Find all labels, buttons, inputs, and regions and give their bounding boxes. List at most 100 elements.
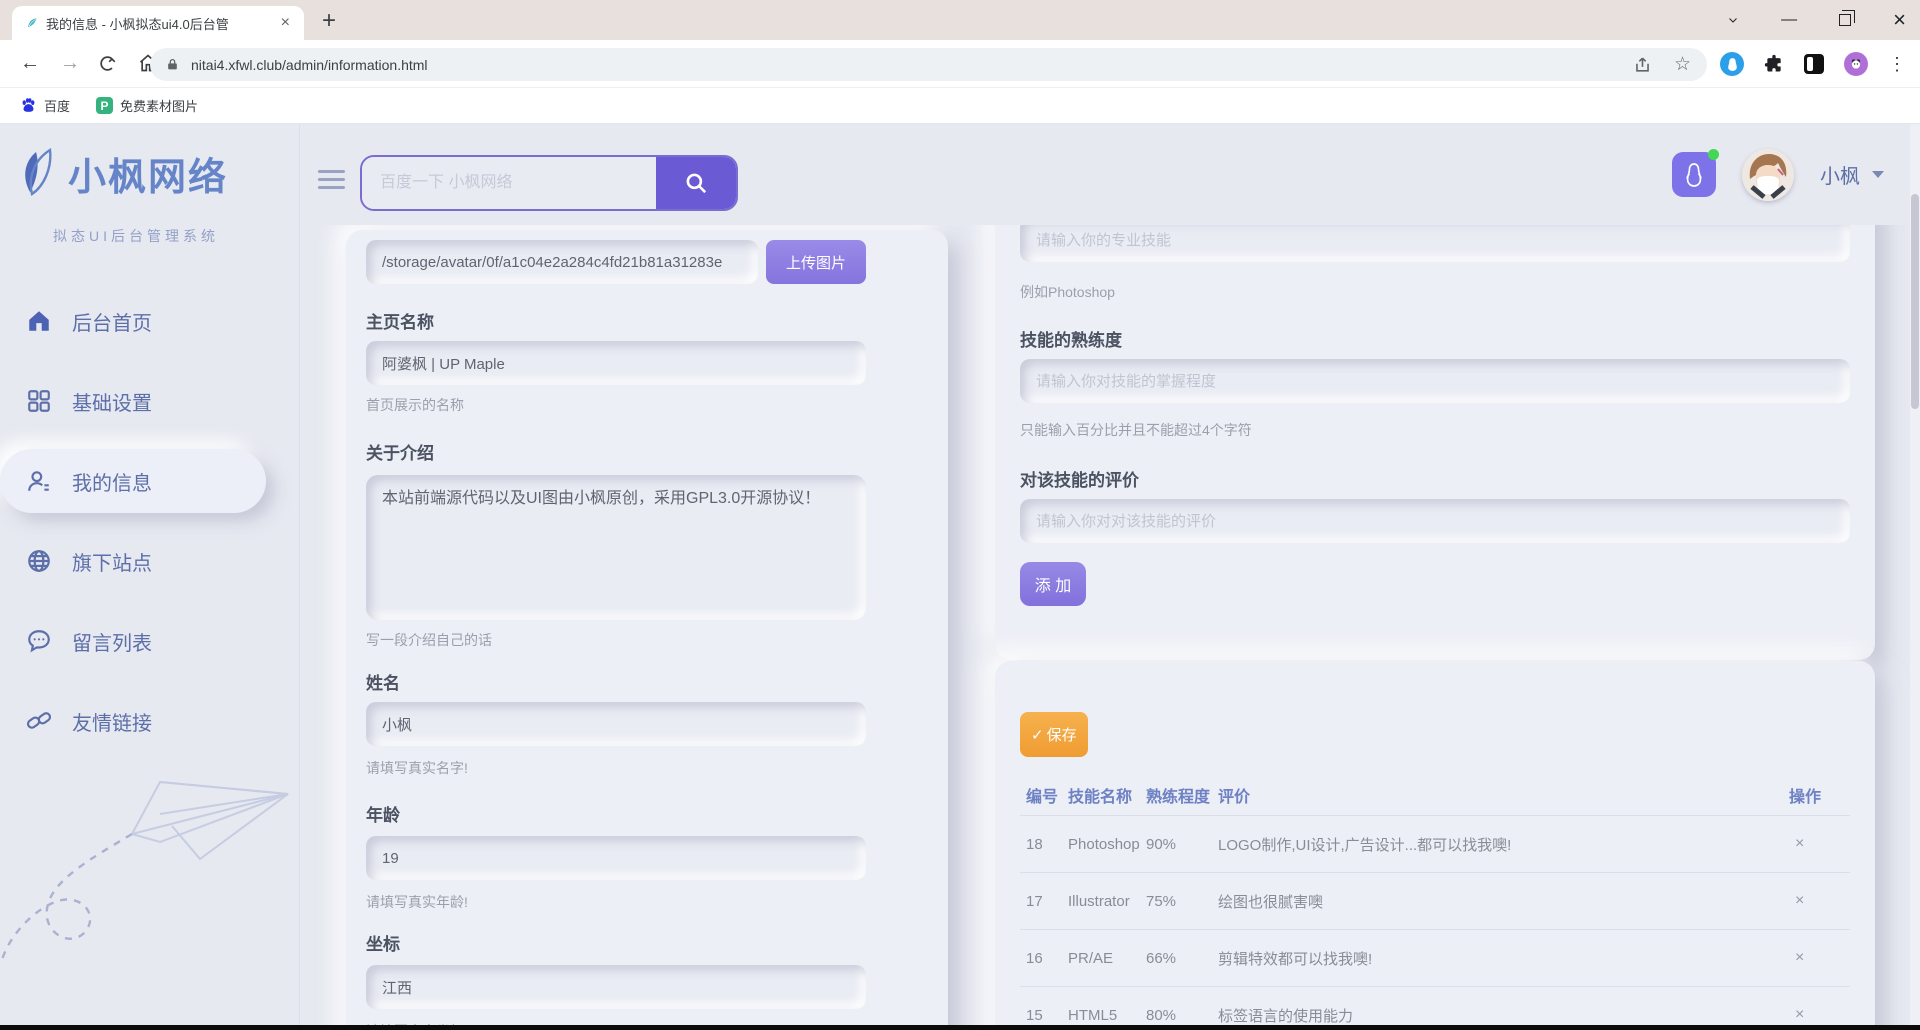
extensions-row: ⋮ bbox=[1720, 40, 1906, 88]
check-icon: ✓ bbox=[1031, 726, 1044, 744]
favicon-leaf-icon bbox=[26, 17, 38, 29]
profile-avatar-icon[interactable] bbox=[1844, 52, 1868, 76]
table-row: 15 HTML5 80% 标签语言的使用能力 × bbox=[1020, 986, 1850, 1025]
table-row: 16 PR/AE 66% 剪辑特效都可以找我噢! × bbox=[1020, 929, 1850, 986]
search-button[interactable] bbox=[656, 157, 736, 209]
location-input[interactable] bbox=[366, 965, 866, 1009]
profile-card: 上传图片 主页名称 首页展示的名称 关于介绍 本站前端源代码以及UI图由小枫原创… bbox=[346, 230, 948, 1025]
bookmark-star-icon[interactable]: ☆ bbox=[1674, 53, 1691, 76]
online-status-dot bbox=[1708, 149, 1719, 160]
location-label: 坐标 bbox=[366, 930, 928, 955]
upload-image-button[interactable]: 上传图片 bbox=[766, 240, 866, 284]
table-header-row: 编号 技能名称 熟练程度 评价 操作 bbox=[1020, 783, 1850, 815]
skill-eval-label: 对该技能的评价 bbox=[1020, 466, 1850, 491]
bookmarks-bar: 百度 P 免费素材图片 bbox=[0, 88, 1920, 124]
browser-toolbar: ← → nitai4.xfwl.club/admin/information.h… bbox=[0, 40, 1920, 88]
homepage-name-helper: 首页展示的名称 bbox=[366, 395, 928, 415]
homepage-name-input[interactable] bbox=[366, 341, 866, 385]
delete-skill-icon[interactable]: × bbox=[1789, 1006, 1810, 1023]
logo-subtitle: 拟态UI后台管理系统 bbox=[24, 226, 248, 246]
avatar-path-input[interactable] bbox=[366, 240, 758, 284]
user-dropdown-caret-icon[interactable] bbox=[1872, 171, 1884, 178]
sidebar-item-settings[interactable]: 基础设置 bbox=[0, 369, 300, 433]
skill-eval-input[interactable] bbox=[1020, 499, 1850, 543]
lock-icon bbox=[166, 57, 179, 72]
age-label: 年龄 bbox=[366, 801, 928, 826]
forward-icon[interactable]: → bbox=[60, 52, 80, 75]
reload-icon[interactable] bbox=[98, 54, 117, 73]
window-controls: — × bbox=[1727, 0, 1906, 40]
homepage-name-label: 主页名称 bbox=[366, 308, 928, 333]
table-row: 18 Photoshop 90% LOGO制作,UI设计,广告设计...都可以找… bbox=[1020, 815, 1850, 872]
close-button[interactable]: × bbox=[1893, 7, 1906, 33]
sidebar: 小枫网络 拟态UI后台管理系统 后台首页 基础 bbox=[0, 124, 300, 1025]
logo-leaf-icon bbox=[16, 148, 62, 200]
save-button[interactable]: ✓保存 bbox=[1020, 712, 1088, 757]
search-box bbox=[360, 155, 738, 211]
sidebar-item-messages[interactable]: 留言列表 bbox=[0, 609, 300, 673]
search-icon bbox=[683, 170, 709, 196]
about-textarea[interactable]: 本站前端源代码以及UI图由小枫原创，采用GPL3.0开源协议！ bbox=[366, 475, 866, 620]
sidebar-item-sites[interactable]: 旗下站点 bbox=[0, 529, 300, 593]
content-area: 上传图片 主页名称 首页展示的名称 关于介绍 本站前端源代码以及UI图由小枫原创… bbox=[300, 225, 1920, 1025]
back-icon[interactable]: ← bbox=[20, 52, 40, 75]
add-skill-card: 例如Photoshop 技能的熟练度 只能输入百分比并且不能超过4个字符 对该技… bbox=[995, 225, 1875, 660]
delete-skill-icon[interactable]: × bbox=[1789, 949, 1810, 966]
skill-level-label: 技能的熟练度 bbox=[1020, 326, 1850, 351]
qq-notification-button[interactable] bbox=[1672, 152, 1716, 197]
p-site-icon: P bbox=[96, 97, 113, 114]
skill-name-helper: 例如Photoshop bbox=[1020, 282, 1850, 302]
sidebar-item-my-info[interactable]: 我的信息 bbox=[0, 449, 266, 513]
skill-name-input[interactable] bbox=[1020, 225, 1850, 262]
tab-title: 我的信息 - 小枫拟态ui4.0后台管 bbox=[46, 14, 277, 33]
restore-button[interactable] bbox=[1839, 14, 1851, 26]
browser-tab[interactable]: 我的信息 - 小枫拟态ui4.0后台管 × bbox=[12, 6, 304, 40]
bookmark-free-images[interactable]: P 免费素材图片 bbox=[96, 96, 198, 115]
sidebar-nav: 后台首页 基础设置 bbox=[0, 289, 300, 753]
menu-toggle-icon[interactable] bbox=[318, 170, 345, 189]
tab-close-icon[interactable]: × bbox=[277, 14, 294, 32]
age-helper: 请填写真实年龄! bbox=[366, 892, 928, 912]
admin-page: 小枫网络 拟态UI后台管理系统 后台首页 基础 bbox=[0, 124, 1920, 1025]
url-bar[interactable]: nitai4.xfwl.club/admin/information.html … bbox=[150, 48, 1707, 81]
user-avatar[interactable] bbox=[1742, 149, 1794, 201]
sidebar-item-dashboard[interactable]: 后台首页 bbox=[0, 289, 300, 353]
comment-icon bbox=[26, 628, 52, 654]
header-right: 小枫 bbox=[1672, 124, 1884, 225]
avatar-path-row: 上传图片 bbox=[366, 240, 866, 284]
username[interactable]: 小枫 bbox=[1820, 160, 1860, 189]
qq-penguin-icon bbox=[1683, 162, 1705, 188]
age-input[interactable] bbox=[366, 836, 866, 880]
paper-plane-sketch bbox=[0, 764, 300, 1024]
grid-icon bbox=[26, 388, 52, 414]
minimize-button[interactable]: — bbox=[1781, 11, 1797, 29]
browser-menu-icon[interactable]: ⋮ bbox=[1888, 54, 1906, 75]
share-icon[interactable] bbox=[1633, 55, 1652, 74]
name-helper: 请填写真实名字! bbox=[366, 758, 928, 778]
bookmark-baidu[interactable]: 百度 bbox=[20, 96, 70, 115]
page-scrollbar-track[interactable] bbox=[1910, 124, 1920, 1025]
tab-strip: 我的信息 - 小枫拟态ui4.0后台管 × + — × bbox=[0, 0, 1920, 40]
extensions-puzzle-icon[interactable] bbox=[1764, 54, 1784, 74]
url-text: nitai4.xfwl.club/admin/information.html bbox=[191, 57, 1633, 73]
home-icon bbox=[26, 308, 52, 334]
browser-window: 我的信息 - 小枫拟态ui4.0后台管 × + — × ← → nitai4 bbox=[0, 0, 1920, 1030]
screen-edge bbox=[0, 1025, 1920, 1030]
delete-skill-icon[interactable]: × bbox=[1789, 835, 1810, 852]
sidebar-item-links[interactable]: 友情链接 bbox=[0, 689, 300, 753]
logo: 小枫网络 bbox=[16, 146, 228, 201]
skill-level-input[interactable] bbox=[1020, 359, 1850, 403]
sidepanel-extension-icon[interactable] bbox=[1804, 54, 1824, 74]
baidu-paw-icon bbox=[20, 97, 37, 114]
about-helper: 写一段介绍自己的话 bbox=[366, 630, 928, 650]
page-scrollbar-thumb[interactable] bbox=[1911, 194, 1919, 409]
new-tab-button[interactable]: + bbox=[322, 6, 336, 36]
tab-search-chevron-icon[interactable] bbox=[1727, 14, 1739, 26]
penguin-extension-icon[interactable] bbox=[1720, 52, 1744, 76]
name-label: 姓名 bbox=[366, 669, 928, 694]
add-skill-button[interactable]: 添 加 bbox=[1020, 562, 1086, 606]
name-input[interactable] bbox=[366, 702, 866, 746]
delete-skill-icon[interactable]: × bbox=[1789, 892, 1810, 909]
content-header: 小枫 bbox=[300, 124, 1920, 225]
search-input[interactable] bbox=[362, 157, 656, 209]
